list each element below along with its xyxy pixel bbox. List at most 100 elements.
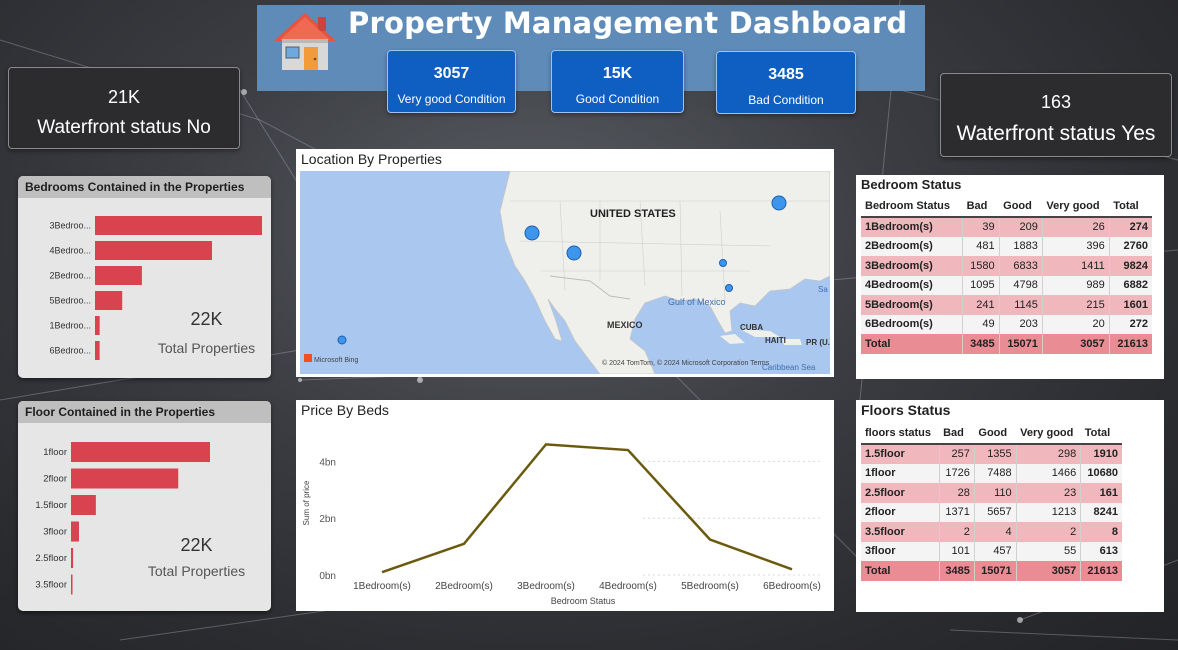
bar[interactable] xyxy=(71,468,179,489)
table-cell: 1095 xyxy=(962,275,1000,295)
table-cell: 1floor xyxy=(861,463,940,483)
bar[interactable] xyxy=(71,442,210,462)
floors-status-table: floors status Bad Good Very good Total 1.5flo… xyxy=(861,422,1122,581)
table-cell: 101 xyxy=(939,541,975,561)
bing-logo-icon xyxy=(304,354,312,362)
kpi-label: Bad Condition xyxy=(748,93,824,107)
column-header[interactable]: Total xyxy=(1109,195,1152,218)
y-tick-label: 4bn xyxy=(319,457,336,468)
table-row: 3floor 101 457 55 613 xyxy=(861,541,1122,561)
table-cell: 110 xyxy=(974,483,1017,503)
house-icon xyxy=(274,13,336,70)
floors-total-value: 22K xyxy=(180,535,213,555)
floors-panel-title: Floor Contained in the Properties xyxy=(18,401,271,423)
kpi-very-good-card: 3057 Very good Condition xyxy=(387,50,516,113)
waterfront-yes-value: 163 xyxy=(1040,92,1072,112)
map-canvas[interactable]: UNITED STATES MEXICO Gulf of Mexico CUBA… xyxy=(300,171,830,374)
table-cell: 613 xyxy=(1080,541,1122,561)
total-row: Total 3485 15071 3057 21613 xyxy=(861,334,1152,354)
column-header[interactable]: Total xyxy=(1080,422,1122,445)
x-tick-label: 6Bedroom(s) xyxy=(763,581,821,592)
table-cell: 1466 xyxy=(1016,463,1082,483)
map-attribution: © 2024 TomTom, © 2024 Microsoft Corporat… xyxy=(602,359,770,367)
table-cell: 241 xyxy=(962,295,1000,315)
table-cell: 4Bedroom(s) xyxy=(861,275,964,295)
table-cell: 9824 xyxy=(1109,256,1152,276)
table-cell: 8241 xyxy=(1080,502,1122,522)
column-header[interactable]: Very good xyxy=(1016,422,1081,445)
bar-label: 2floor xyxy=(43,474,67,485)
table-cell: 21613 xyxy=(1080,561,1122,581)
table-cell: 3Bedroom(s) xyxy=(861,256,964,276)
table-cell: 209 xyxy=(999,217,1043,237)
y-axis-label: Sum of price xyxy=(302,480,311,525)
waterfront-yes-card: 163 Waterfront status Yes xyxy=(940,73,1172,157)
floors-panel: Floor Contained in the Properties 1floor… xyxy=(18,401,271,611)
price-line[interactable] xyxy=(381,443,793,574)
table-cell: 1355 xyxy=(974,444,1017,464)
map-label-mexico: MEXICO xyxy=(607,320,643,330)
column-header[interactable]: Bad xyxy=(939,422,975,445)
table-cell: 1883 xyxy=(999,236,1043,256)
table-cell: 3057 xyxy=(1042,334,1110,354)
table-cell: 8 xyxy=(1080,522,1122,542)
table-cell: 1910 xyxy=(1080,444,1122,464)
kpi-value: 3057 xyxy=(433,65,470,82)
table-cell: 1726 xyxy=(939,463,975,483)
table-cell: 203 xyxy=(999,314,1043,334)
table-row: 3.5floor 2 4 2 8 xyxy=(861,522,1122,542)
table-cell: 49 xyxy=(962,314,1000,334)
bar[interactable] xyxy=(95,216,262,235)
table-cell: 1371 xyxy=(939,502,975,522)
x-tick-label: 2Bedroom(s) xyxy=(435,581,493,592)
table-cell: 1145 xyxy=(999,295,1043,315)
waterfront-no-card: 21K Waterfront status No xyxy=(8,67,240,149)
kpi-value: 3485 xyxy=(768,66,804,83)
bedroom-status-panel: Bedroom Status Bedroom Status Bad Good Very… xyxy=(856,175,1164,379)
table-cell: 1.5floor xyxy=(861,444,940,464)
table-cell: 3floor xyxy=(861,541,940,561)
bar[interactable] xyxy=(95,291,123,310)
table-cell: 1601 xyxy=(1109,295,1152,315)
y-tick-label: 2bn xyxy=(319,514,336,525)
column-header[interactable]: floors status xyxy=(861,422,940,445)
bar[interactable] xyxy=(95,266,142,285)
table-row: 4Bedroom(s) 1095 4798 989 6882 xyxy=(861,275,1152,295)
column-header[interactable]: Bad xyxy=(962,195,1000,218)
bedrooms-panel-title: Bedrooms Contained in the Properties xyxy=(18,176,271,198)
bar[interactable] xyxy=(95,241,212,260)
table-cell: Total xyxy=(861,561,940,581)
table-cell: 4798 xyxy=(999,275,1043,295)
table-cell: 1Bedroom(s) xyxy=(861,217,964,237)
column-header[interactable]: Bedroom Status xyxy=(861,195,963,218)
bar-label: 3.5floor xyxy=(35,580,67,591)
map-label-sa: Sa xyxy=(818,285,828,294)
table-cell: 7488 xyxy=(974,463,1017,483)
table-cell: 215 xyxy=(1042,295,1110,315)
kpi-good-card: 15K Good Condition xyxy=(551,50,684,113)
table-cell: 272 xyxy=(1109,314,1152,334)
floors-status-panel: Floors Status floors status Bad Good Very g… xyxy=(856,400,1164,612)
column-header[interactable]: Good xyxy=(974,422,1017,445)
table-cell: 989 xyxy=(1042,275,1110,295)
x-tick-label: 1Bedroom(s) xyxy=(353,581,411,592)
column-header[interactable]: Good xyxy=(999,195,1043,218)
column-header[interactable]: Very good xyxy=(1042,195,1110,218)
bar[interactable] xyxy=(71,495,96,515)
waterfront-no-value: 21K xyxy=(107,87,141,107)
table-row: 2Bedroom(s) 481 1883 396 2760 xyxy=(861,236,1152,256)
table-cell: 457 xyxy=(974,541,1017,561)
table-cell: 10680 xyxy=(1080,463,1122,483)
map-label-cuba: CUBA xyxy=(740,323,763,332)
x-tick-label: 4Bedroom(s) xyxy=(599,581,657,592)
table-cell: 257 xyxy=(939,444,975,464)
bar-label: 4Bedroo... xyxy=(49,246,91,256)
table-cell: 15071 xyxy=(999,334,1043,354)
bar-label: 1floor xyxy=(43,447,67,458)
table-cell: 2floor xyxy=(861,502,940,522)
floors-bar-chart: 1floor2floor1.5floor3floor2.5floor3.5flo… xyxy=(35,442,210,595)
map-panel: Location By Properties UNITED STATES MEX… xyxy=(296,149,834,377)
map-label-country: UNITED STATES xyxy=(590,208,676,220)
bar-label: 1.5floor xyxy=(35,500,67,511)
table-cell: 2 xyxy=(1016,522,1082,542)
